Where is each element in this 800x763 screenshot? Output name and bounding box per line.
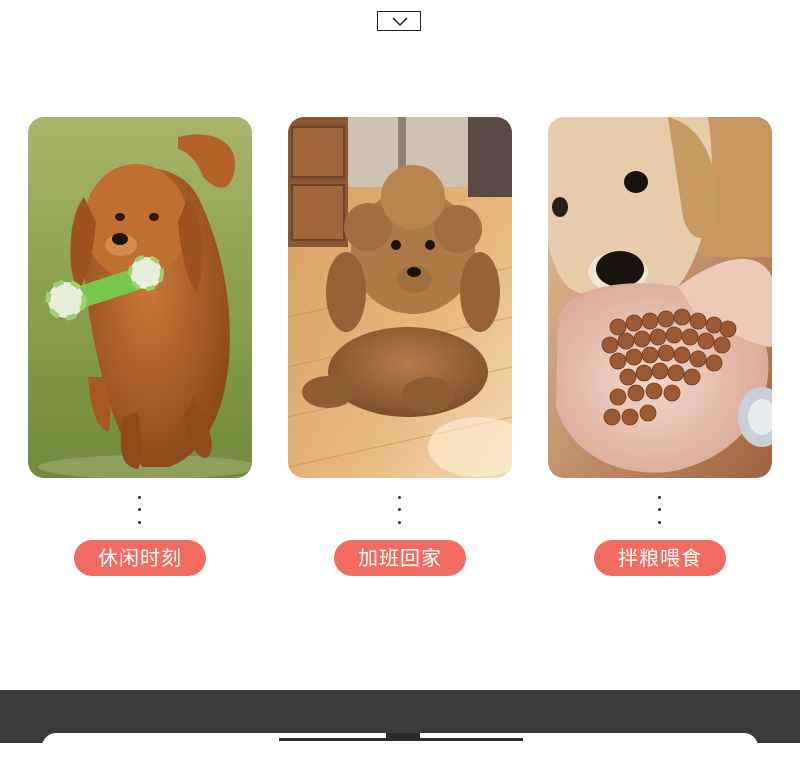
- dog-kibble-photo: [548, 117, 772, 478]
- label-mixed-feeding: 拌粮喂食: [594, 540, 726, 576]
- photo-card-leisure: [28, 117, 252, 478]
- poodle-photo: [288, 117, 512, 478]
- dots-separator-3: [658, 496, 662, 526]
- label-back-from-overtime: 加班回家: [334, 540, 466, 576]
- dots-separator-2: [398, 496, 402, 526]
- dots-separator-1: [138, 496, 142, 526]
- chevron-down-icon: [392, 17, 408, 27]
- photo-card-home: [288, 117, 512, 478]
- label-leisure-time: 休闲时刻: [74, 540, 206, 576]
- collapse-toggle[interactable]: [377, 11, 421, 31]
- photo-card-feeding: [548, 117, 772, 478]
- footer-notch: [386, 733, 420, 738]
- footer-divider: [279, 738, 523, 741]
- dog-running-photo: [28, 117, 252, 478]
